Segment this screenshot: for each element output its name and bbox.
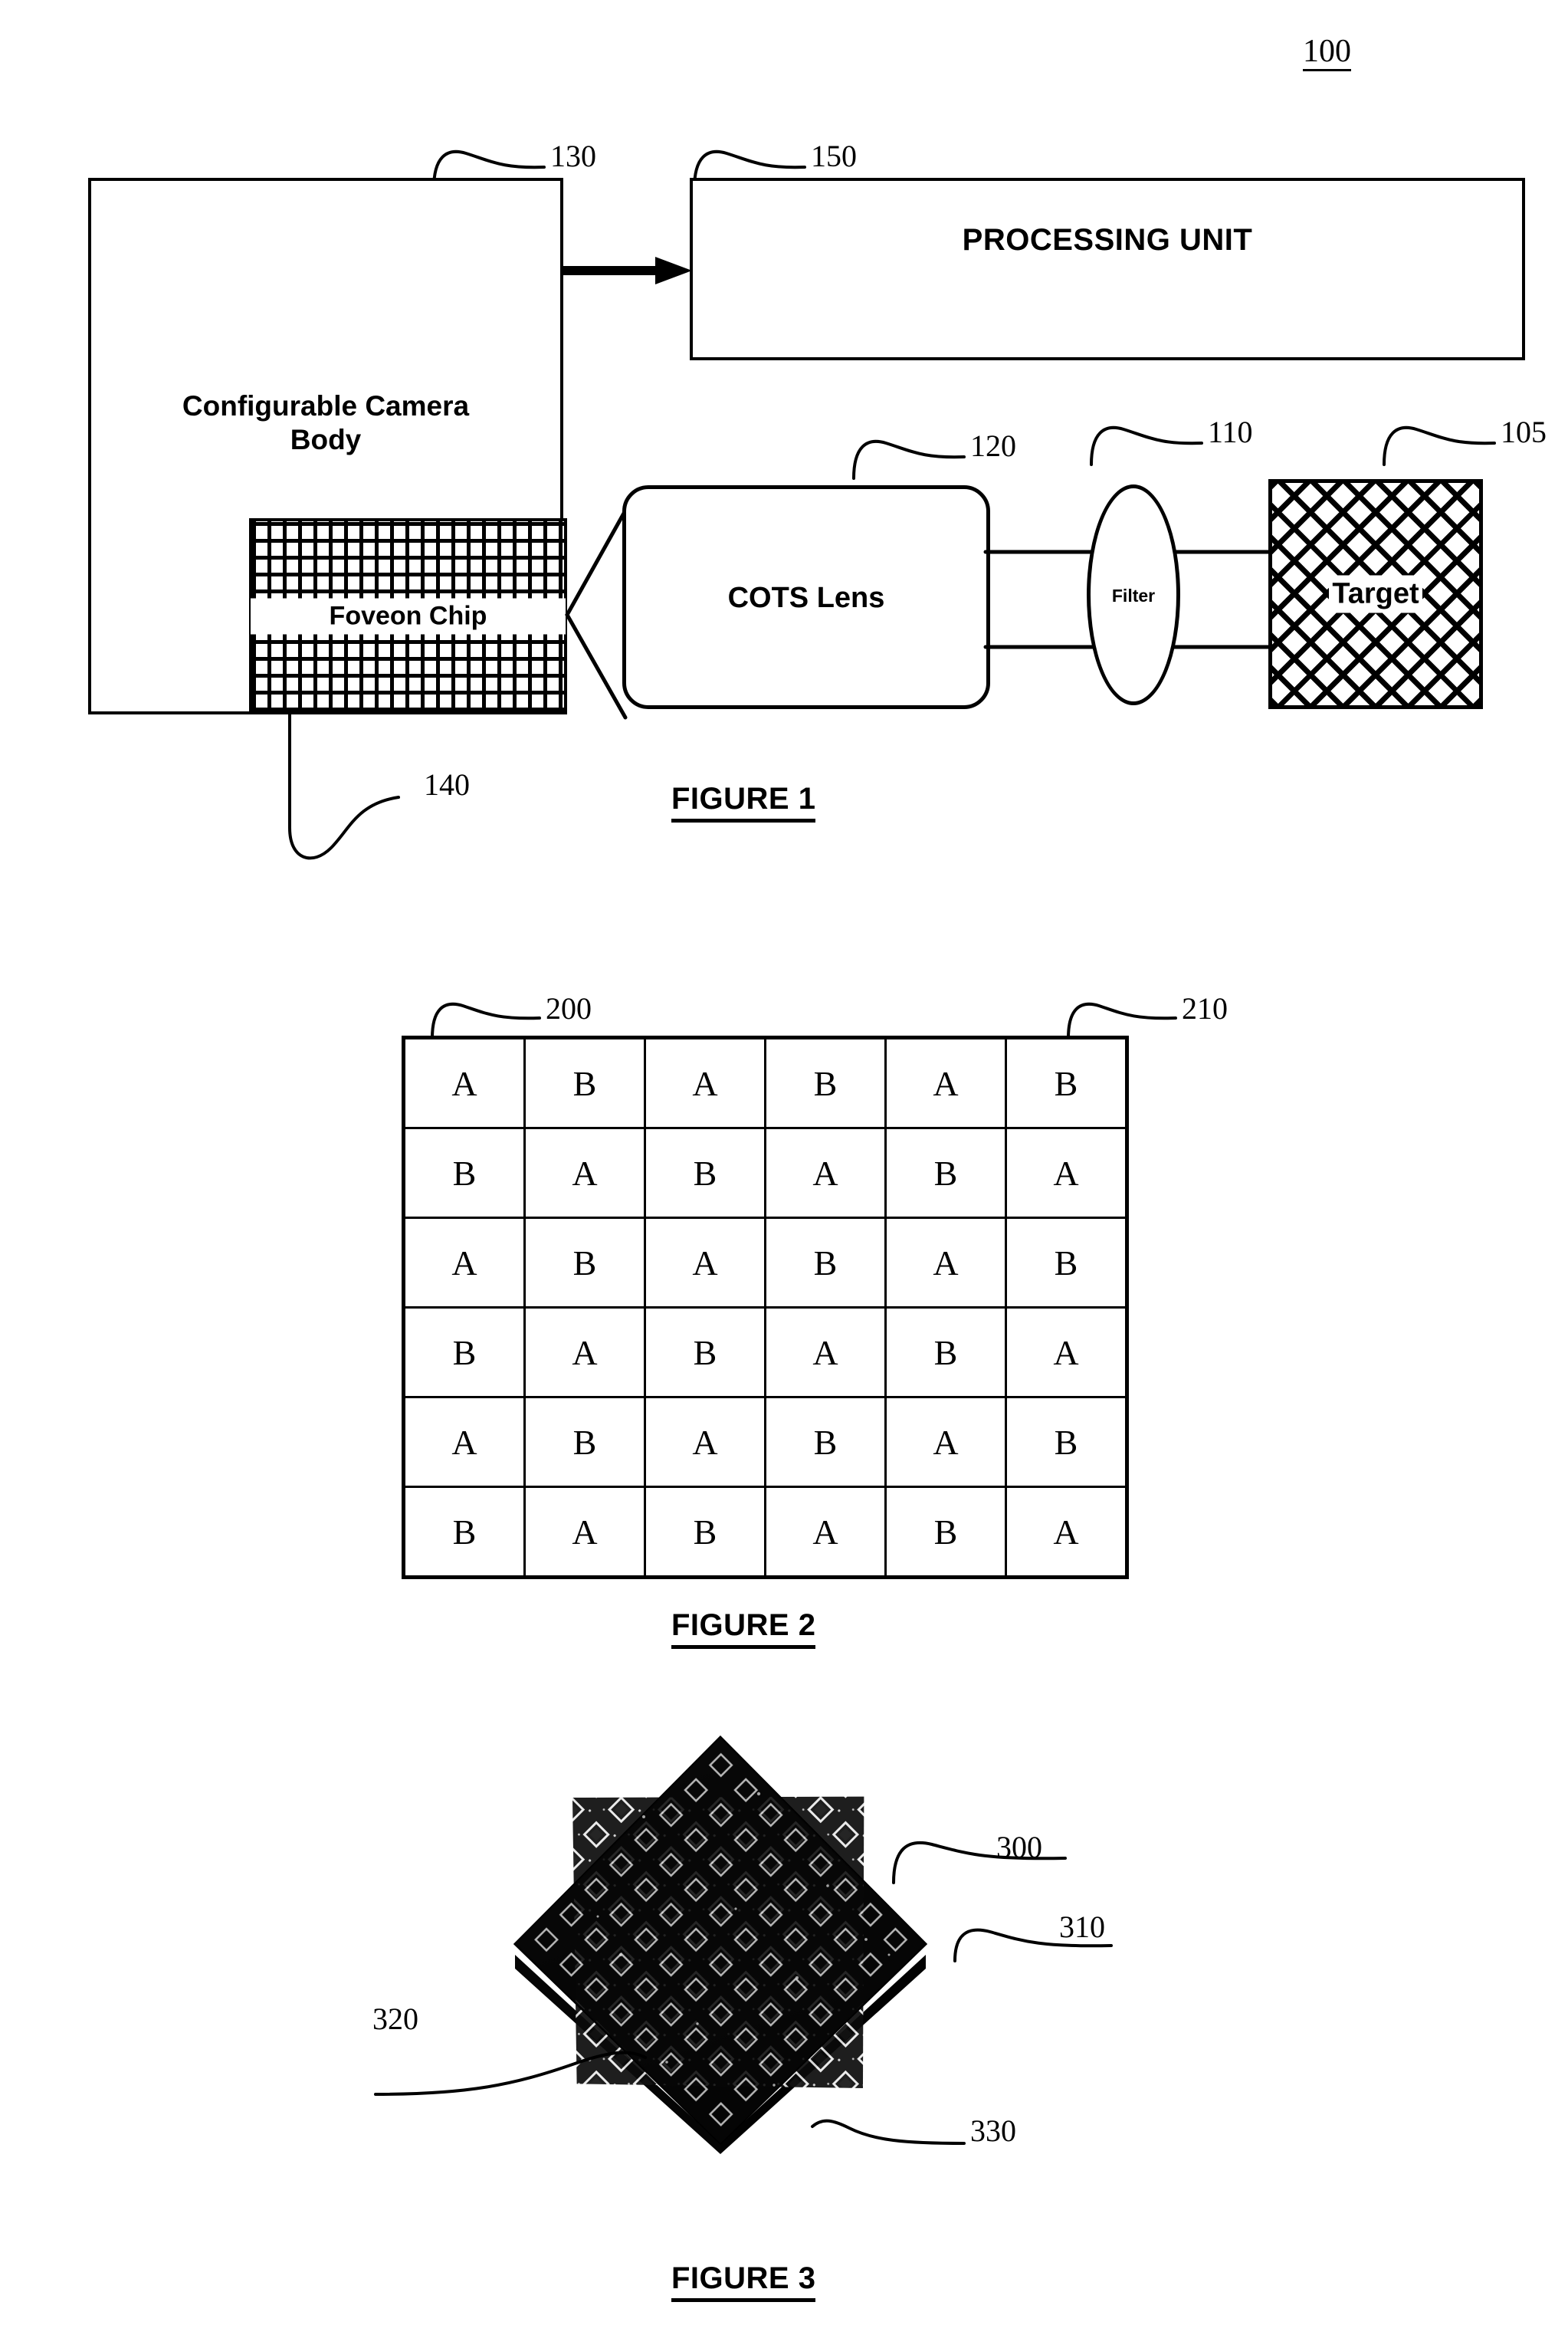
pixel-cell: B bbox=[523, 1217, 646, 1309]
lens-to-chip-funnel bbox=[565, 508, 628, 720]
table-row: BABABA bbox=[403, 1306, 1127, 1398]
pixel-cell: B bbox=[884, 1127, 1007, 1219]
pixel-cell: B bbox=[1005, 1217, 1127, 1309]
figure2-caption: FIGURE 2 bbox=[671, 1608, 816, 1649]
ref-numeral-210: 210 bbox=[1182, 991, 1228, 1026]
ref-numeral-105: 105 bbox=[1501, 415, 1547, 449]
pixel-cell: A bbox=[644, 1217, 766, 1309]
pixel-cell: A bbox=[884, 1217, 1007, 1309]
pixel-cell: A bbox=[523, 1306, 646, 1398]
processing-unit-box bbox=[690, 178, 1525, 360]
ref-numeral-310: 310 bbox=[1059, 1910, 1105, 1944]
pixel-cell: A bbox=[644, 1037, 766, 1129]
pixel-cell: A bbox=[764, 1306, 887, 1398]
table-row: ABABAB bbox=[403, 1217, 1127, 1309]
pixel-cell: A bbox=[764, 1127, 887, 1219]
pixel-cell: B bbox=[764, 1217, 887, 1309]
pixel-cell: A bbox=[523, 1486, 646, 1578]
filter-label: Filter bbox=[1111, 586, 1156, 606]
pixel-cell: B bbox=[403, 1486, 526, 1578]
target-box: Target bbox=[1268, 479, 1483, 709]
pixel-cell: A bbox=[644, 1396, 766, 1488]
leader-line-330 bbox=[811, 2119, 966, 2145]
ref-numeral-300: 300 bbox=[996, 1830, 1042, 1864]
table-row: BABABA bbox=[403, 1127, 1127, 1219]
pixel-cell: A bbox=[403, 1217, 526, 1309]
pixel-cell: B bbox=[884, 1306, 1007, 1398]
system-reference-numeral: 100 bbox=[1303, 35, 1351, 71]
pixel-cell: B bbox=[403, 1127, 526, 1219]
pixel-cell: B bbox=[764, 1396, 887, 1488]
ref-numeral-140: 140 bbox=[424, 767, 470, 802]
ref-numeral-150: 150 bbox=[811, 139, 857, 173]
pixel-cell: A bbox=[523, 1127, 646, 1219]
ref-numeral-130: 130 bbox=[550, 139, 596, 173]
arrow-camera-to-processing bbox=[563, 257, 692, 284]
pixel-cell: B bbox=[644, 1306, 766, 1398]
pixel-cell: A bbox=[884, 1396, 1007, 1488]
figure1-caption: FIGURE 1 bbox=[671, 782, 816, 823]
pixel-cell: B bbox=[1005, 1396, 1127, 1488]
figure3-caption: FIGURE 3 bbox=[671, 2261, 816, 2302]
target-label-text: Target bbox=[1329, 575, 1422, 613]
ref-numeral-120: 120 bbox=[970, 429, 1016, 463]
pixel-cell: B bbox=[523, 1396, 646, 1488]
pixel-cell: A bbox=[1005, 1306, 1127, 1398]
leader-line-320 bbox=[374, 2051, 647, 2096]
ref-numeral-330: 330 bbox=[970, 2113, 1016, 2148]
pixel-cell: B bbox=[523, 1037, 646, 1129]
pixel-cell: A bbox=[403, 1037, 526, 1129]
target-label: Target bbox=[1272, 575, 1479, 613]
ref-numeral-110: 110 bbox=[1208, 415, 1253, 449]
foveon-chip-box: Foveon Chip bbox=[249, 518, 567, 714]
pixel-cell: B bbox=[644, 1127, 766, 1219]
pixel-cell: B bbox=[644, 1486, 766, 1578]
pixel-cell: A bbox=[1005, 1127, 1127, 1219]
pixel-cell: A bbox=[764, 1486, 887, 1578]
pixel-cell: B bbox=[764, 1037, 887, 1129]
processing-unit-label: PROCESSING UNIT bbox=[962, 223, 1253, 257]
leader-line-300 bbox=[892, 1841, 1067, 1884]
pixel-cell: A bbox=[884, 1037, 1007, 1129]
pixel-cell: B bbox=[1005, 1037, 1127, 1129]
pixel-pattern-table: ABABABBABABAABABABBABABAABABABBABABA bbox=[402, 1036, 1129, 1579]
ref-numeral-320: 320 bbox=[372, 2002, 418, 2036]
table-row: ABABAB bbox=[403, 1396, 1127, 1488]
table-row: BABABA bbox=[403, 1486, 1127, 1578]
table-row: ABABAB bbox=[403, 1037, 1127, 1129]
pixel-cell: A bbox=[403, 1396, 526, 1488]
cots-lens-label: COTS Lens bbox=[727, 582, 885, 614]
pixel-cell: B bbox=[403, 1306, 526, 1398]
ref-numeral-200: 200 bbox=[546, 991, 592, 1026]
foveon-chip-label: Foveon Chip bbox=[252, 599, 564, 633]
pixel-cell: A bbox=[1005, 1486, 1127, 1578]
pixel-cell: B bbox=[884, 1486, 1007, 1578]
camera-body-label: Configurable Camera Body bbox=[182, 390, 470, 455]
